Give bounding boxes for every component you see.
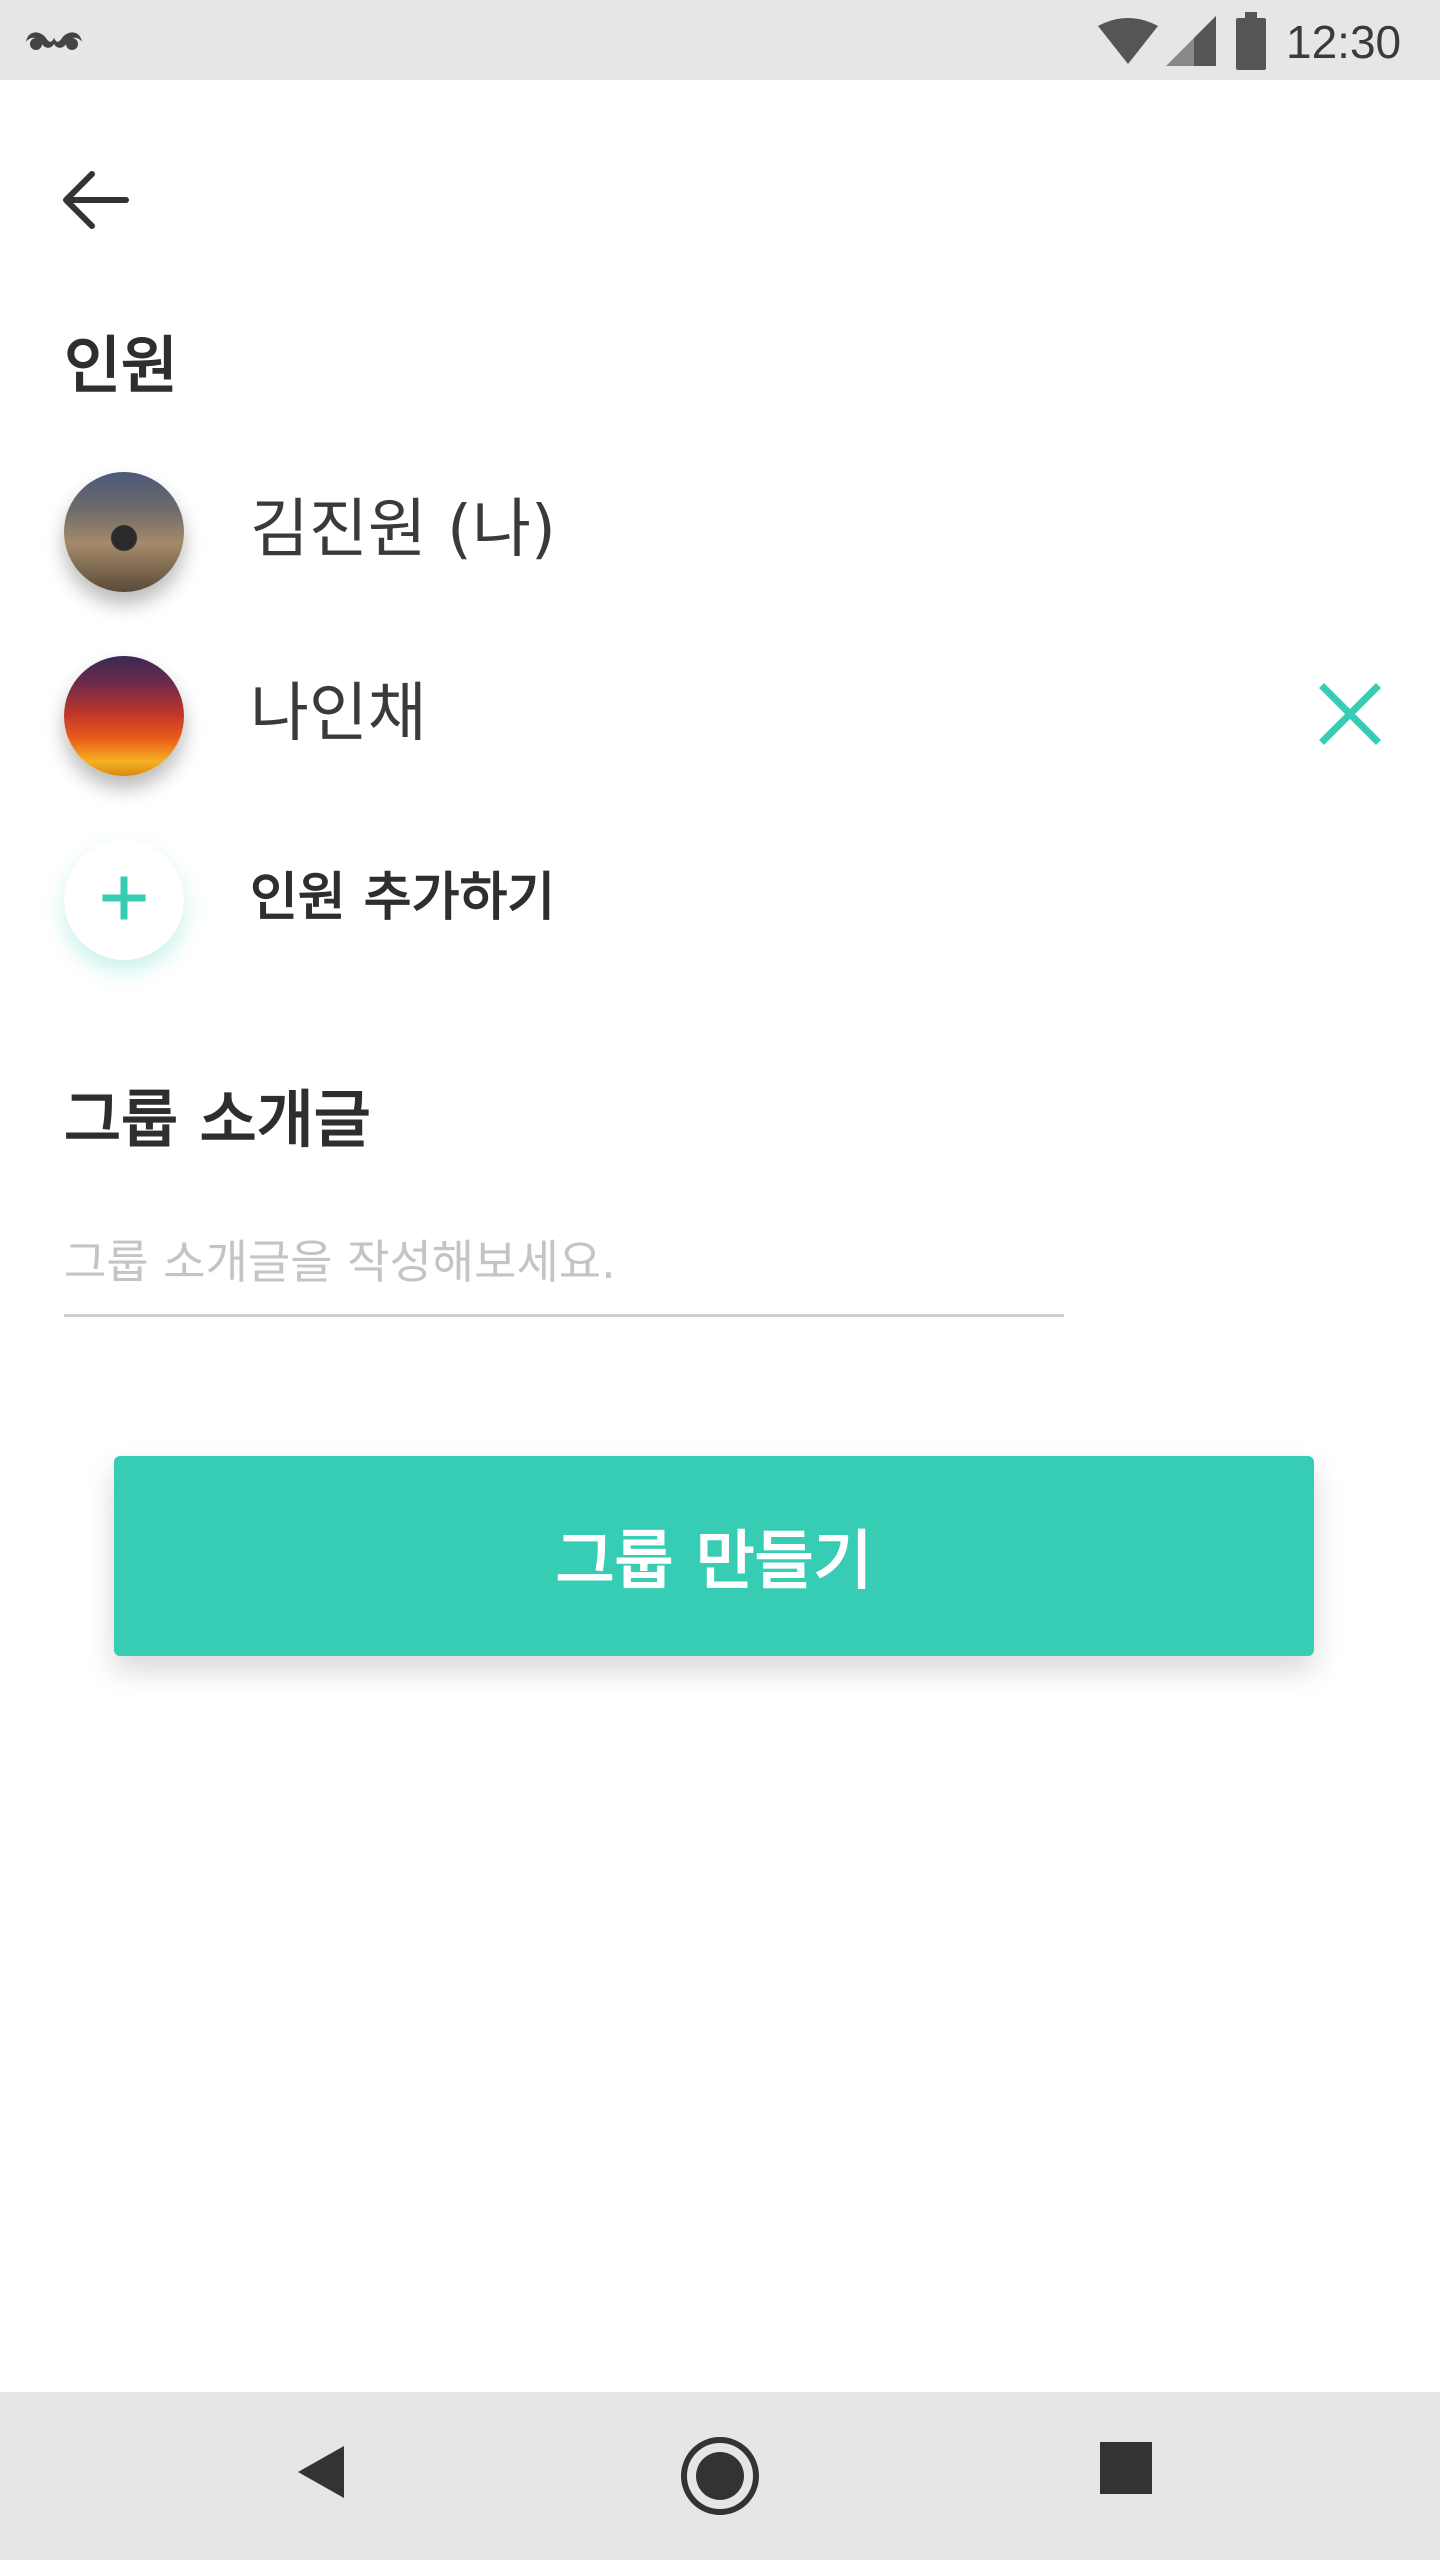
close-icon — [1318, 682, 1382, 750]
member-row: 김진원 (나) — [0, 460, 1440, 600]
nav-recent-icon[interactable] — [1098, 2440, 1154, 2500]
intro-input[interactable] — [64, 1210, 1064, 1317]
create-group-screen: 12:30 인원 김진원 (나) 나인채 인원 추가하기 그룹 소개글 그룹 소… — [0, 0, 1440, 2560]
members-title: 인원 — [64, 329, 179, 402]
create-group-button[interactable]: 그룹 만들기 — [114, 1456, 1314, 1656]
avatar — [64, 656, 184, 776]
add-member-circle[interactable] — [64, 840, 184, 960]
member-name: 김진원 (나) — [250, 493, 556, 567]
member-name: 나인채 — [250, 677, 427, 751]
wifi-icon — [1096, 16, 1160, 70]
status-time: 12:30 — [1286, 16, 1402, 68]
add-member-button[interactable]: 인원 추가하기 — [0, 828, 1440, 968]
battery-icon — [1236, 12, 1266, 74]
intro-title: 그룹 소개글 — [64, 1083, 371, 1156]
arrow-left-icon — [60, 164, 132, 240]
remove-member-button[interactable] — [1310, 676, 1390, 756]
back-button[interactable] — [54, 160, 138, 244]
plus-icon — [102, 876, 146, 924]
mustache-icon — [22, 22, 86, 62]
status-bar: 12:30 — [0, 0, 1440, 80]
nav-back-icon[interactable] — [284, 2432, 364, 2516]
nav-home-icon[interactable] — [676, 2432, 764, 2524]
navigation-bar — [0, 2392, 1440, 2560]
avatar — [64, 472, 184, 592]
cell-signal-icon — [1164, 16, 1218, 72]
add-member-label: 인원 추가하기 — [250, 868, 556, 928]
member-row: 나인채 — [0, 644, 1440, 784]
